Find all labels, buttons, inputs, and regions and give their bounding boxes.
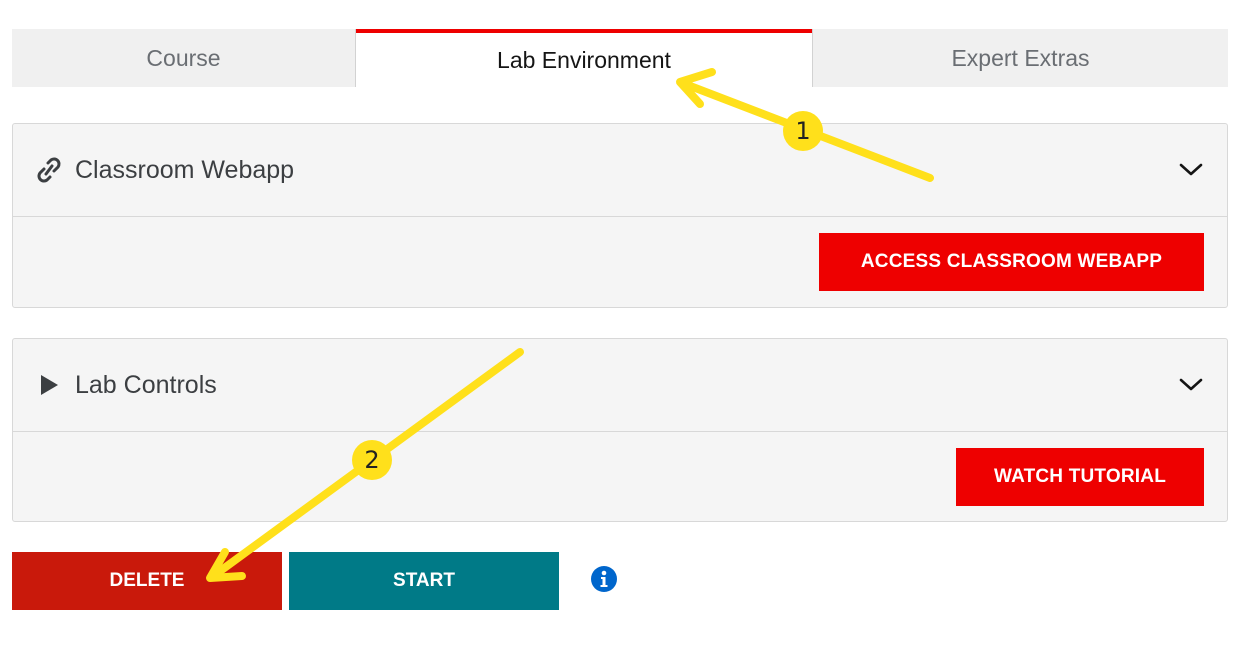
lab-controls-panel: Lab Controls WATCH TUTORIAL (12, 338, 1228, 522)
tab-course[interactable]: Course (12, 29, 356, 87)
classroom-webapp-panel: Classroom Webapp ACCESS CLASSROOM WEBAPP (12, 123, 1228, 308)
info-icon[interactable] (590, 565, 618, 593)
start-button[interactable]: START (289, 552, 559, 610)
chevron-down-icon[interactable] (1177, 371, 1205, 399)
classroom-webapp-header[interactable]: Classroom Webapp (13, 124, 1227, 217)
tab-expert-extras[interactable]: Expert Extras (812, 29, 1228, 87)
annotation-arrows (206, 68, 934, 582)
delete-button[interactable]: DELETE (12, 552, 282, 610)
lab-controls-header[interactable]: Lab Controls (13, 339, 1227, 432)
access-classroom-webapp-button[interactable]: ACCESS CLASSROOM WEBAPP (819, 233, 1204, 291)
panel-title: Classroom Webapp (75, 155, 295, 184)
play-icon (35, 371, 63, 399)
step-badge-1: 1 (783, 111, 823, 151)
lab-controls-body: WATCH TUTORIAL (13, 432, 1227, 522)
tab-lab-environment[interactable]: Lab Environment (356, 29, 812, 88)
chevron-down-icon[interactable] (1177, 156, 1205, 184)
link-icon (35, 156, 63, 184)
panel-title: Lab Controls (75, 370, 217, 399)
classroom-webapp-body: ACCESS CLASSROOM WEBAPP (13, 217, 1227, 307)
tab-bar: Course Lab Environment Expert Extras (12, 29, 1228, 88)
watch-tutorial-button[interactable]: WATCH TUTORIAL (956, 448, 1204, 506)
step-badge-2: 2 (352, 440, 392, 480)
